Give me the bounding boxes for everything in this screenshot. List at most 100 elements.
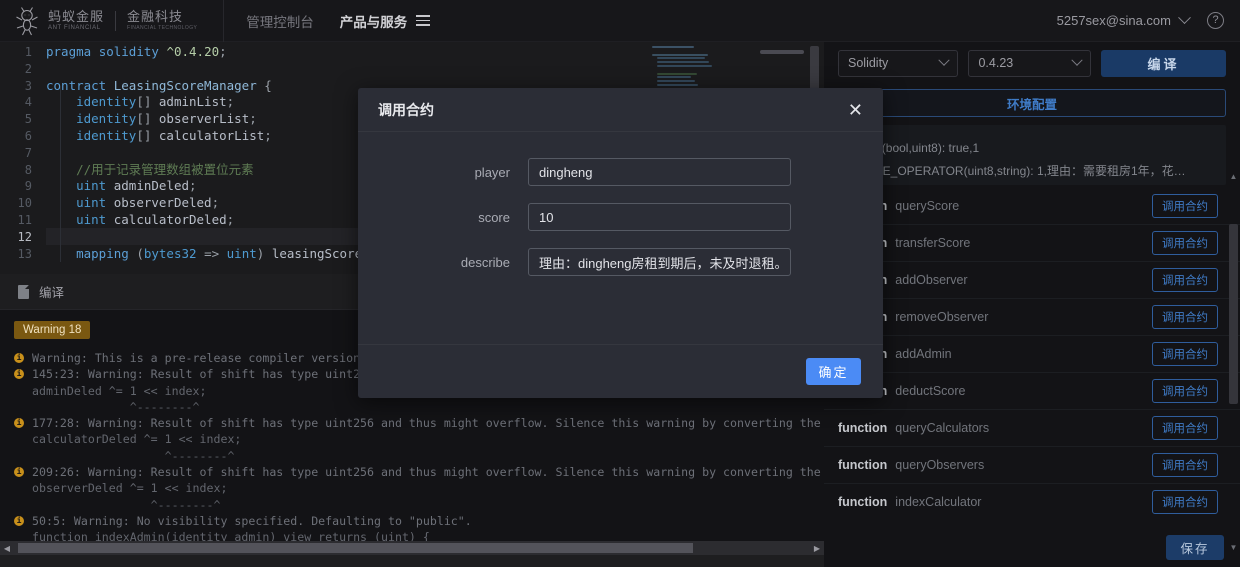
line-number: 6 [24, 128, 32, 143]
nav-item-console[interactable]: 管理控制台 [246, 11, 314, 31]
function-row: function queryObservers 调用合约 [824, 447, 1240, 484]
code-text: identity[] adminList; [76, 94, 235, 110]
code-text: //用于记录管理数组被置位元素 [76, 161, 254, 177]
brand-sub-en: FINANCIAL TECHNOLOGY [127, 24, 198, 31]
console-log-text: 50:5: Warning: No visibility specified. … [32, 513, 472, 528]
console-horizontal-scrollbar[interactable]: ◀ ▶ [0, 541, 824, 555]
tab-environment-config[interactable]: 环境配置 [838, 89, 1226, 117]
function-row: function indexCalculator 调用合约 [824, 484, 1240, 518]
function-keyword: function [838, 421, 888, 435]
version-select-value: 0.4.23 [978, 56, 1014, 70]
scroll-left-arrow-icon[interactable]: ◀ [0, 544, 14, 553]
chevron-down-icon [938, 54, 951, 66]
hamburger-menu-icon[interactable] [416, 15, 431, 26]
function-row: functionqueryScore调用合约 [824, 188, 1240, 225]
console-log-caret: ^--------^ [32, 497, 221, 512]
score-input[interactable] [528, 203, 791, 231]
chevron-down-icon [1178, 11, 1191, 25]
code-text: uint observerDeled; [76, 195, 220, 211]
line-number: 3 [24, 78, 32, 93]
function-list-scrollbar[interactable]: ▲ ▼ [1229, 172, 1238, 552]
function-row: function queryCalculators 调用合约 [824, 410, 1240, 447]
right-panel-footer: 保存 [824, 527, 1240, 567]
modal-field-row: describe [358, 248, 883, 276]
function-name: queryScore [895, 199, 960, 213]
line-number: 13 [17, 246, 32, 261]
console-log-entry: i 177:28: Warning: Result of shift has ty… [14, 415, 824, 431]
language-select-value: Solidity [848, 56, 889, 70]
modal-title: 调用合约 [378, 101, 434, 118]
brand-divider [115, 10, 117, 31]
function-row: functiontransferScore调用合约 [824, 225, 1240, 262]
version-select[interactable]: 0.4.23 [968, 49, 1091, 77]
field-label-describe: describe [460, 254, 510, 270]
function-name: addObserver [895, 273, 968, 287]
line-number: 4 [24, 95, 32, 110]
compile-button[interactable]: 编译 [1100, 49, 1226, 77]
minimap-slider[interactable] [760, 50, 804, 54]
user-email-label: 5257sex@sina.com [1056, 13, 1171, 28]
call-contract-button[interactable]: 调用合约 [1152, 490, 1218, 514]
hscroll-thumb[interactable] [18, 543, 693, 553]
app-root: 蚂蚁金服 ANT FINANCIAL 金融科技 FINANCIAL TECHNO… [0, 0, 1240, 567]
log-line: VALID(bool,uint8): true,1 [848, 141, 980, 155]
language-select[interactable]: Solidity [838, 49, 959, 77]
file-icon [18, 284, 29, 299]
console-log-entry: i 50:5: Warning: No visibility specified.… [14, 513, 824, 529]
tab-compile-label: 编译 [39, 286, 65, 300]
call-contract-button[interactable]: 调用合约 [1152, 305, 1218, 329]
chevron-down-icon [1071, 54, 1083, 66]
call-contract-button[interactable]: 调用合约 [1152, 194, 1218, 218]
line-number: 8 [24, 162, 32, 177]
indent-guide [60, 86, 61, 262]
warning-count-badge[interactable]: Warning 18 [14, 321, 91, 339]
function-row: functiondeductScore调用合约 [824, 373, 1240, 410]
scroll-right-arrow-icon[interactable]: ▶ [810, 544, 824, 553]
confirm-button[interactable]: 确定 [806, 358, 861, 385]
function-row: functionremoveObserver调用合约 [824, 299, 1240, 336]
player-input[interactable] [528, 158, 791, 186]
line-number: 7 [24, 145, 32, 160]
function-keyword: function [838, 495, 888, 509]
call-contract-button[interactable]: 调用合约 [1152, 416, 1218, 440]
describe-input[interactable] [528, 248, 791, 276]
call-contract-button[interactable]: 调用合约 [1152, 379, 1218, 403]
save-button[interactable]: 保存 [1166, 534, 1224, 560]
help-icon[interactable]: ? [1207, 12, 1224, 29]
brand-name-cn: 蚂蚁金服 [48, 8, 105, 24]
call-contract-button[interactable]: 调用合约 [1152, 342, 1218, 366]
warning-icon: i [14, 418, 32, 429]
nav-item-products[interactable]: 产品与服务 [340, 11, 431, 31]
console-log-caret: ^--------^ [32, 399, 200, 414]
call-contract-button[interactable]: 调用合约 [1152, 268, 1218, 292]
hscroll-track[interactable] [14, 543, 810, 553]
tab-compile[interactable]: 编译 [18, 282, 64, 301]
function-name: queryCalculators [895, 421, 990, 435]
function-name: transferScore [895, 236, 971, 250]
warning-icon: i [14, 467, 32, 478]
brand-name-en: ANT FINANCIAL [48, 24, 101, 31]
log-line: SCORE_OPERATOR(uint8,string): 1,理由：需要租房1… [848, 164, 1186, 178]
user-menu[interactable]: 5257sex@sina.com [1056, 11, 1191, 28]
function-name: removeObserver [895, 310, 989, 324]
modal-header: 调用合约 ✕ [358, 88, 883, 132]
line-number: 5 [24, 112, 32, 127]
modal-footer: 确定 [358, 344, 883, 398]
nav-item-products-label: 产品与服务 [339, 14, 408, 30]
call-contract-button[interactable]: 调用合约 [1152, 231, 1218, 255]
function-list-scroll-thumb[interactable] [1229, 224, 1238, 404]
close-icon[interactable]: ✕ [848, 101, 863, 119]
main-nav: 管理控制台 产品与服务 [246, 0, 431, 42]
function-name: indexCalculator [895, 495, 982, 509]
code-text: uint calculatorDeled; [76, 211, 235, 227]
field-label-score: score [478, 209, 510, 225]
code-text: contract LeasingScoreManager { [46, 77, 272, 93]
code-text: uint adminDeled; [76, 178, 197, 194]
call-contract-button[interactable]: 调用合约 [1152, 453, 1218, 477]
call-contract-modal: 调用合约 ✕ player score describe 确定 [358, 88, 883, 398]
scroll-up-arrow-icon[interactable]: ▲ [1229, 172, 1238, 181]
code-text: identity[] observerList; [76, 111, 257, 127]
line-number: 2 [24, 61, 32, 76]
console-log-text: 209:26: Warning: Result of shift has typ… [32, 465, 821, 480]
app-header: 蚂蚁金服 ANT FINANCIAL 金融科技 FINANCIAL TECHNO… [0, 0, 1240, 42]
